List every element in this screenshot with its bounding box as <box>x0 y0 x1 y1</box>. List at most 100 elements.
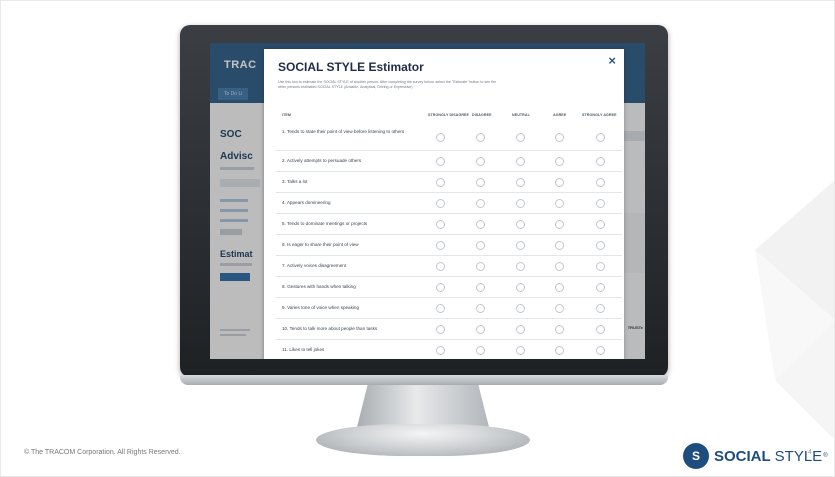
table-row: 5. Tends to dominate meetings or project… <box>276 214 622 235</box>
item-label: 3. Talks a lot <box>282 179 308 184</box>
radio-option[interactable] <box>555 261 564 271</box>
radio-option[interactable] <box>436 324 445 334</box>
radio-option[interactable] <box>596 198 605 208</box>
radio-option[interactable] <box>476 303 485 313</box>
radio-option[interactable] <box>596 282 605 292</box>
radio-option[interactable] <box>476 324 485 334</box>
radio-option[interactable] <box>555 219 564 229</box>
radio-option[interactable] <box>436 345 445 355</box>
monitor-base <box>316 424 530 456</box>
column-header: ITEM <box>282 113 291 117</box>
column-header: AGREE <box>553 113 567 117</box>
copyright-text: © The TRACOM Corporation. All Rights Res… <box>24 449 181 456</box>
radio-option[interactable] <box>436 156 445 166</box>
radio-option[interactable] <box>436 240 445 250</box>
radio-option[interactable] <box>555 132 564 142</box>
radio-option[interactable] <box>476 345 485 355</box>
survey-table: 1. Tends to state their point of view be… <box>276 124 622 359</box>
modal-intro: Use this tool to estimate the SOCIAL STY… <box>278 80 497 89</box>
radio-option[interactable] <box>555 345 564 355</box>
radio-option[interactable] <box>476 240 485 250</box>
radio-option[interactable] <box>555 177 564 187</box>
radio-option[interactable] <box>555 282 564 292</box>
radio-option[interactable] <box>476 282 485 292</box>
radio-option[interactable] <box>555 198 564 208</box>
item-label: 11. Likes to tell jokes <box>282 347 325 352</box>
radio-option[interactable] <box>436 303 445 313</box>
decorative-triangles <box>755 180 835 440</box>
radio-option[interactable] <box>516 177 525 187</box>
radio-option[interactable] <box>436 198 445 208</box>
radio-option[interactable] <box>596 324 605 334</box>
table-row: 3. Talks a lot <box>276 172 622 193</box>
table-row: 6. Is eager to share their point of view <box>276 235 622 256</box>
radio-option[interactable] <box>596 177 605 187</box>
radio-option[interactable] <box>596 219 605 229</box>
radio-option[interactable] <box>516 261 525 271</box>
radio-option[interactable] <box>476 177 485 187</box>
radio-option[interactable] <box>476 219 485 229</box>
item-label: 1. Tends to state their point of view be… <box>282 129 405 134</box>
column-header: STRONGLY DISAGREE <box>428 113 470 117</box>
estimator-modal: SOCIAL STYLE Estimator × Use this tool t… <box>264 49 624 359</box>
monitor-neck <box>357 385 489 427</box>
radio-option[interactable] <box>516 324 525 334</box>
radio-option[interactable] <box>516 156 525 166</box>
radio-option[interactable] <box>476 261 485 271</box>
item-label: 7. Actively voices disagreement <box>282 263 347 268</box>
radio-option[interactable] <box>555 303 564 313</box>
item-label: 10. Tends to talk more about people than… <box>282 326 378 331</box>
radio-option[interactable] <box>516 303 525 313</box>
radio-option[interactable] <box>596 240 605 250</box>
item-label: 5. Tends to dominate meetings or project… <box>282 221 368 226</box>
column-header: DISAGREE <box>472 113 492 117</box>
radio-option[interactable] <box>476 132 485 142</box>
table-row: 8. Gestures with hands when talking <box>276 277 622 298</box>
radio-option[interactable] <box>516 282 525 292</box>
radio-option[interactable] <box>516 132 525 142</box>
page-number: 4 <box>808 449 812 456</box>
radio-option[interactable] <box>476 198 485 208</box>
item-label: 8. Gestures with hands when talking <box>282 284 356 289</box>
item-label: 4. Appears domineering <box>282 200 331 205</box>
radio-option[interactable] <box>476 156 485 166</box>
item-label: 9. Varies tone of voice when speaking <box>282 305 360 310</box>
monitor-bezel-bottom <box>180 375 668 385</box>
table-row: 1. Tends to state their point of view be… <box>276 124 622 151</box>
radio-option[interactable] <box>436 132 445 142</box>
brand-name-light: STYLE <box>774 447 823 465</box>
radio-option[interactable] <box>516 198 525 208</box>
modal-title: SOCIAL STYLE Estimator <box>278 60 424 74</box>
radio-option[interactable] <box>436 261 445 271</box>
radio-option[interactable] <box>516 345 525 355</box>
column-header: STRONGLY AGREE <box>582 113 617 117</box>
radio-option[interactable] <box>516 219 525 229</box>
radio-option[interactable] <box>596 345 605 355</box>
close-icon[interactable]: × <box>608 53 616 68</box>
column-header: NEUTRAL <box>512 113 530 117</box>
table-header: ITEM STRONGLY DISAGREE DISAGREE NEUTRAL … <box>276 113 622 121</box>
table-row: 7. Actively voices disagreement <box>276 256 622 277</box>
radio-option[interactable] <box>596 132 605 142</box>
radio-option[interactable] <box>596 261 605 271</box>
radio-option[interactable] <box>555 324 564 334</box>
radio-option[interactable] <box>516 240 525 250</box>
table-row: 4. Appears domineering <box>276 193 622 214</box>
item-label: 2. Actively attempts to persuade others <box>282 158 362 163</box>
brand-trademark: ® <box>823 453 828 459</box>
table-row: 2. Actively attempts to persuade others <box>276 151 622 172</box>
monitor-screen: TRAC To Do Li SOC Advisc Estimat TRUSTe … <box>210 43 645 359</box>
table-row: 11. Likes to tell jokes <box>276 340 622 359</box>
table-row: 9. Varies tone of voice when speaking <box>276 298 622 319</box>
radio-option[interactable] <box>436 219 445 229</box>
radio-option[interactable] <box>596 156 605 166</box>
radio-option[interactable] <box>555 156 564 166</box>
item-label: 6. Is eager to share their point of view <box>282 242 359 247</box>
table-row: 10. Tends to talk more about people than… <box>276 319 622 340</box>
radio-option[interactable] <box>555 240 564 250</box>
radio-option[interactable] <box>436 177 445 187</box>
radio-option[interactable] <box>596 303 605 313</box>
radio-option[interactable] <box>436 282 445 292</box>
social-style-icon: S <box>683 443 709 469</box>
brand-name-bold: SOCIAL <box>714 447 771 465</box>
